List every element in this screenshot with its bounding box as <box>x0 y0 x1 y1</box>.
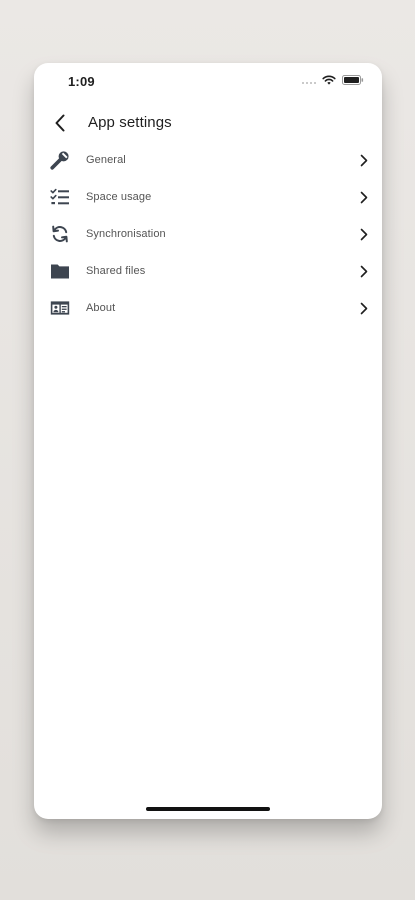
chevron-right-icon <box>358 153 370 167</box>
status-time: 1:09 <box>68 74 95 89</box>
wifi-icon <box>322 75 336 85</box>
chevron-right-icon <box>358 227 370 241</box>
menu-item-label: General <box>86 154 126 166</box>
back-button[interactable] <box>48 111 72 135</box>
chevron-right-icon <box>358 264 370 278</box>
menu-item-general[interactable]: General <box>34 142 382 179</box>
status-icons <box>302 75 364 85</box>
header-bar: App settings <box>34 105 382 141</box>
battery-icon <box>342 75 364 85</box>
menu-item-label: Shared files <box>86 265 146 277</box>
status-bar: 1:09 <box>34 63 382 99</box>
menu-item-shared-files[interactable]: Shared files <box>34 253 382 290</box>
menu-item-label: About <box>86 302 116 314</box>
chevron-right-icon <box>358 301 370 315</box>
signal-icon <box>302 76 316 84</box>
menu-item-synchronisation[interactable]: Synchronisation <box>34 216 382 253</box>
menu-item-space-usage[interactable]: Space usage <box>34 179 382 216</box>
wrench-icon <box>50 150 70 170</box>
home-indicator[interactable] <box>146 807 270 811</box>
folder-icon <box>50 261 70 281</box>
chevron-left-icon <box>55 114 65 132</box>
menu-item-label: Space usage <box>86 191 152 203</box>
menu-item-label: Synchronisation <box>86 228 166 240</box>
checklist-icon <box>50 187 70 207</box>
settings-menu: General Space usage Synchronisation Shar… <box>34 142 382 327</box>
menu-item-about[interactable]: About <box>34 290 382 327</box>
page-title: App settings <box>88 114 172 131</box>
phone-screen: 1:09 App settings General Space usage Sy… <box>34 63 382 819</box>
sync-icon <box>50 224 70 244</box>
id-card-icon <box>50 298 70 318</box>
chevron-right-icon <box>358 190 370 204</box>
